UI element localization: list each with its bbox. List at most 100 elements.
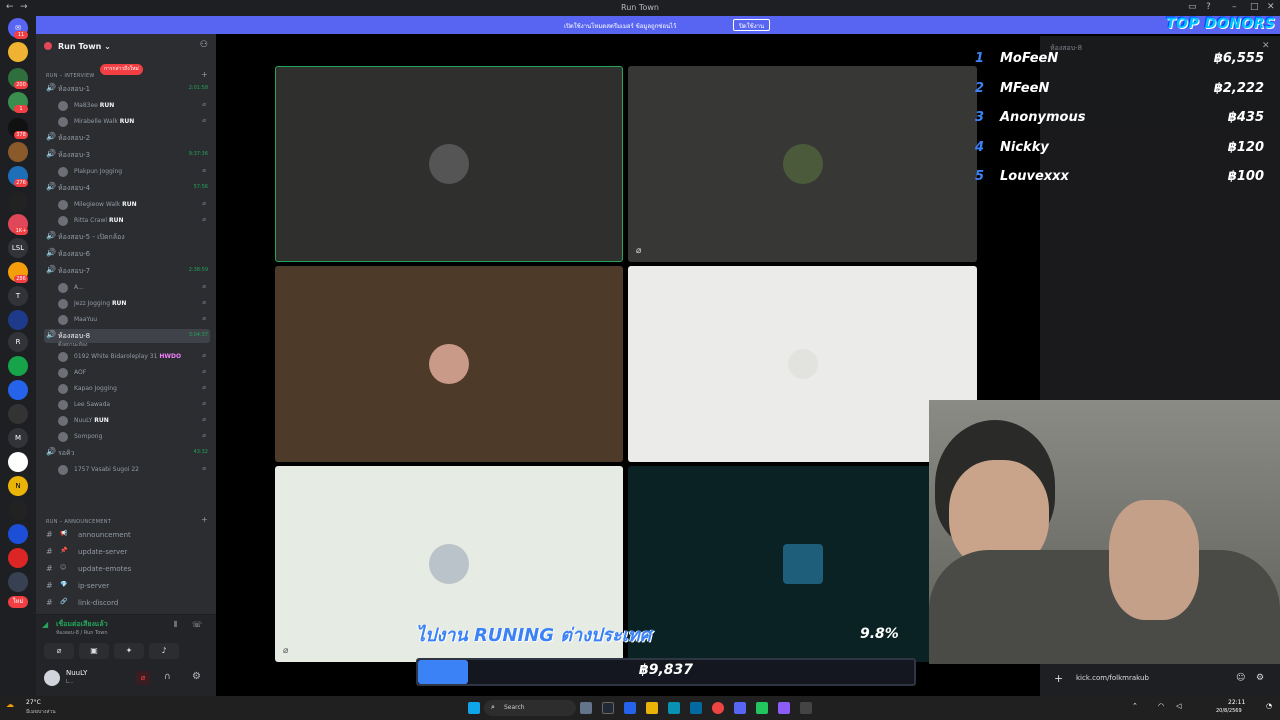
notification-icon[interactable]: ◔ bbox=[1266, 702, 1272, 710]
server-icon[interactable] bbox=[8, 310, 28, 330]
voice-user[interactable]: Ma83ee RUN ⌀ bbox=[56, 99, 210, 113]
text-channel[interactable]: # 📌 update-server bbox=[44, 545, 210, 560]
server-icon[interactable]: 378 bbox=[8, 118, 28, 139]
voice-user[interactable]: A... ⌀ bbox=[56, 281, 210, 295]
inbox-icon[interactable]: ▭ bbox=[1188, 2, 1197, 12]
volume-icon[interactable]: ◁ bbox=[1176, 702, 1181, 710]
server-icon[interactable] bbox=[8, 192, 28, 212]
server-icon[interactable]: 1K+ bbox=[8, 214, 28, 235]
voice-user[interactable]: Sompong ⌀ bbox=[56, 430, 210, 444]
task-view-icon[interactable] bbox=[602, 702, 614, 714]
server-icon[interactable] bbox=[8, 524, 28, 544]
voice-user[interactable]: AOF ⌀ bbox=[56, 366, 210, 380]
category-announcement[interactable]: RUN – ANNOUNCEMENT bbox=[46, 519, 111, 525]
kick-url[interactable]: kick.com/folkmrakub bbox=[1076, 674, 1149, 682]
voice-user[interactable]: Mirabelle Walk RUN ⌀ bbox=[56, 115, 210, 129]
text-channel[interactable]: # 😊 update-emotes bbox=[44, 562, 210, 577]
mic-muted-icon[interactable]: ⌀ bbox=[136, 671, 150, 685]
text-channel[interactable]: # 📢 announcement bbox=[44, 528, 210, 543]
voice-channel[interactable]: 🔊 ห้องสอบ-6 bbox=[44, 247, 210, 261]
app-icon[interactable] bbox=[756, 702, 768, 714]
add-member-icon[interactable]: ⚇ bbox=[200, 40, 208, 50]
video-tile[interactable] bbox=[275, 266, 623, 462]
camera-off-button[interactable]: ⌀ bbox=[44, 643, 74, 659]
avatar[interactable] bbox=[44, 670, 60, 686]
server-icon[interactable]: 200 bbox=[8, 68, 28, 89]
activities-button[interactable]: ✦ bbox=[114, 643, 144, 659]
voice-user[interactable]: Ritta Crawl RUN ⌀ bbox=[56, 214, 210, 228]
server-icon[interactable] bbox=[8, 356, 28, 376]
server-icon[interactable] bbox=[8, 380, 28, 400]
server-icon[interactable]: LSL bbox=[8, 238, 28, 258]
new-mentions-tooltip[interactable]: การกล่าวถึงใหม่ bbox=[100, 64, 143, 75]
clock-time[interactable]: 22:11 bbox=[1228, 699, 1245, 706]
voice-user[interactable]: Milegieow Walk RUN ⌀ bbox=[56, 198, 210, 212]
text-channel[interactable]: # 🔗 link-discord bbox=[44, 596, 210, 611]
app-icon[interactable] bbox=[778, 702, 790, 714]
voice-user[interactable]: Jezz Jogging RUN ⌀ bbox=[56, 297, 210, 311]
voice-channel[interactable]: 🔊 ห้องสอบ-5 - เปิดกล้อง bbox=[44, 230, 210, 244]
weather-temp[interactable]: 27°C bbox=[26, 699, 41, 706]
emoji-icon[interactable]: ☺ bbox=[1236, 673, 1245, 683]
taskbar-search[interactable]: ⌕ Search bbox=[484, 700, 576, 716]
server-icon[interactable] bbox=[8, 42, 28, 62]
maximize-icon[interactable]: □ bbox=[1250, 2, 1259, 12]
gear-icon[interactable]: ⚙ bbox=[1256, 673, 1264, 683]
voice-user[interactable]: Lee Sawada ⌀ bbox=[56, 398, 210, 412]
tray-chevron-icon[interactable]: ⌃ bbox=[1132, 702, 1138, 710]
close-icon[interactable]: ✕ bbox=[1267, 2, 1275, 12]
soundboard-button[interactable]: ♪ bbox=[149, 643, 179, 659]
voice-user[interactable]: 1757 Vasabi Sugoi 22 ⌀ bbox=[56, 463, 210, 477]
server-icon[interactable]: 1 bbox=[8, 92, 28, 113]
screen-share-button[interactable]: ▣ bbox=[79, 643, 109, 659]
voice-channel[interactable]: 🔊 ห้องสอบ-3 9:37:36 bbox=[44, 148, 210, 162]
category-voice[interactable]: RUN – INTERVIEW bbox=[46, 73, 95, 79]
voice-user[interactable]: NuuLY RUN ⌀ bbox=[56, 414, 210, 428]
voice-channel[interactable]: 🔊 รอคิว 43:32 bbox=[44, 446, 210, 460]
app-icon[interactable] bbox=[800, 702, 812, 714]
headphones-icon[interactable]: ∩ bbox=[164, 672, 171, 682]
windows-start-icon[interactable] bbox=[468, 702, 480, 714]
video-tile[interactable] bbox=[628, 266, 977, 462]
app-icon[interactable] bbox=[580, 702, 592, 714]
help-icon[interactable]: ? bbox=[1206, 2, 1211, 12]
add-channel-icon[interactable]: + bbox=[201, 70, 208, 79]
server-icon[interactable] bbox=[8, 452, 28, 472]
voice-user[interactable]: Plakpun Jogging ⌀ bbox=[56, 165, 210, 179]
file-explorer-icon[interactable] bbox=[646, 702, 658, 714]
server-header[interactable]: Run Town ⌄ ⚇ bbox=[36, 34, 216, 60]
chrome-icon[interactable] bbox=[712, 702, 724, 714]
voice-user[interactable]: 0192 White Bidaroleplay 31 HWDO ⌀ bbox=[56, 350, 210, 364]
voice-user[interactable]: MaaYuu ⌀ bbox=[56, 313, 210, 327]
disable-button[interactable]: ปิดใช้งาน bbox=[733, 19, 771, 31]
new-badge[interactable]: ใหม่ bbox=[8, 596, 28, 608]
minimize-icon[interactable]: – bbox=[1232, 2, 1237, 12]
server-icon[interactable] bbox=[8, 404, 28, 424]
settings-gear-icon[interactable]: ⚙ bbox=[192, 671, 201, 682]
voice-channel[interactable]: 🔊 ห้องสอบ-1 2:01:58 bbox=[44, 82, 210, 96]
noise-suppression-icon[interactable]: ⦀ bbox=[174, 620, 178, 630]
server-icon[interactable]: T bbox=[8, 286, 28, 306]
server-icon[interactable] bbox=[8, 572, 28, 592]
server-icon[interactable]: R bbox=[8, 332, 28, 352]
video-tile[interactable] bbox=[628, 466, 977, 662]
server-icon[interactable]: N bbox=[8, 476, 28, 496]
edge-icon[interactable] bbox=[668, 702, 680, 714]
disconnect-icon[interactable]: ☏ bbox=[192, 620, 202, 629]
server-icon[interactable]: M bbox=[8, 428, 28, 448]
copilot-icon[interactable] bbox=[624, 702, 636, 714]
voice-channel[interactable]: 🔊 ห้องสอบ-4 57:56 bbox=[44, 181, 210, 195]
server-icon[interactable] bbox=[8, 500, 28, 520]
add-channel-icon[interactable]: + bbox=[201, 515, 208, 524]
store-icon[interactable] bbox=[690, 702, 702, 714]
wifi-icon[interactable]: ◠ bbox=[1158, 702, 1164, 710]
text-channel[interactable]: # 💎 ip-server bbox=[44, 579, 210, 594]
video-tile[interactable]: ⌀ bbox=[628, 66, 977, 262]
server-icon[interactable] bbox=[8, 548, 28, 568]
voice-channel[interactable]: 🔊 ห้องสอบ-7 2:38:59 bbox=[44, 264, 210, 278]
voice-channel[interactable]: 🔊 ห้องสอบ-2 bbox=[44, 131, 210, 145]
add-icon[interactable]: + bbox=[1054, 672, 1063, 685]
voice-user[interactable]: Kapao Jogging ⌀ bbox=[56, 382, 210, 396]
server-icon[interactable]: 276 bbox=[8, 166, 28, 187]
home-icon[interactable]: ✉ 11 bbox=[8, 18, 28, 39]
